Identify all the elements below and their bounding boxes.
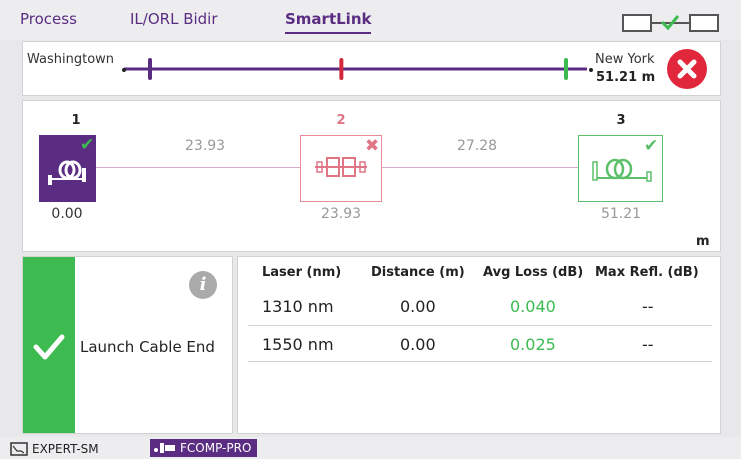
- event-status-label: Launch Cable End: [80, 338, 215, 356]
- row-divider: [248, 361, 712, 362]
- route-event-marker[interactable]: [148, 58, 152, 80]
- pass-check-icon: ✔: [644, 136, 659, 156]
- route-summary-bar: Washingtown New York 51.21 m: [22, 41, 721, 96]
- segment-line: [382, 167, 578, 168]
- pass-check-icon: [33, 334, 65, 360]
- table-cell-max-refl: --: [642, 335, 654, 354]
- event-3-fiber-end[interactable]: ✔: [578, 135, 663, 202]
- row-divider: [248, 325, 712, 326]
- route-line: [122, 58, 593, 80]
- event-position: 0.00: [51, 206, 83, 222]
- distance-unit-label: m: [696, 234, 710, 249]
- event-1-launch-cable[interactable]: ✔: [39, 135, 96, 202]
- module-footer: EXPERT-SM FCOMP-PRO: [0, 437, 741, 459]
- otdr-module-icon: [10, 442, 28, 456]
- event-position: 23.93: [320, 206, 362, 222]
- tab-process[interactable]: Process: [20, 8, 77, 34]
- module-expert-sm-label: EXPERT-SM: [32, 442, 99, 456]
- column-header-distance: Distance (m): [371, 265, 465, 280]
- link-status-icon: [622, 14, 719, 32]
- pass-status-bar: [23, 257, 75, 433]
- column-header-laser: Laser (nm): [262, 265, 342, 280]
- table-cell-laser: 1550 nm: [262, 335, 334, 354]
- top-tab-bar: Process IL/ORL Bidir SmartLink: [0, 0, 741, 40]
- column-header-avg-loss: Avg Loss (dB): [483, 265, 584, 280]
- table-cell-max-refl: --: [642, 297, 654, 316]
- segment-length: 27.28: [457, 138, 498, 154]
- route-event-marker[interactable]: [339, 58, 344, 80]
- event-number: 2: [336, 113, 346, 128]
- pass-check-icon: ✔: [80, 135, 95, 155]
- route-destination-label: New York: [595, 52, 655, 67]
- route-total-distance: 51.21 m: [596, 70, 656, 85]
- results-table: Laser (nm) Distance (m) Avg Loss (dB) Ma…: [237, 256, 721, 434]
- fail-x-badge-icon: ✖: [365, 136, 380, 156]
- column-header-max-refl: Max Refl. (dB): [595, 265, 699, 280]
- table-cell-distance: 0.00: [400, 335, 436, 354]
- segment-length: 23.93: [185, 138, 226, 154]
- route-end-dot: [589, 68, 593, 72]
- event-position: 51.21: [600, 206, 642, 222]
- event-map-panel: 1 ✔ 0.00 23.93 2 ✖ 23.93 27.28 3 ✔ 51.21…: [22, 100, 721, 252]
- fail-x-icon[interactable]: [667, 49, 707, 89]
- segment-line: [96, 167, 300, 168]
- table-cell-avg-loss: 0.040: [510, 297, 556, 316]
- fcomp-module-icon: [154, 443, 175, 453]
- info-icon[interactable]: i: [189, 271, 217, 299]
- route-start-dot: [122, 68, 126, 72]
- route-event-marker[interactable]: [564, 58, 568, 80]
- table-cell-distance: 0.00: [400, 297, 436, 316]
- event-2-connector[interactable]: ✖: [300, 135, 382, 202]
- event-status-card[interactable]: i Launch Cable End: [22, 256, 233, 434]
- event-number: 1: [71, 113, 81, 128]
- module-expert-sm[interactable]: EXPERT-SM: [10, 440, 99, 458]
- module-fcomp-pro-label: FCOMP-PRO: [180, 441, 252, 455]
- event-number: 3: [616, 113, 626, 128]
- tab-il-orl-bidir[interactable]: IL/ORL Bidir: [130, 8, 218, 34]
- module-fcomp-pro[interactable]: FCOMP-PRO: [150, 439, 258, 457]
- table-cell-avg-loss: 0.025: [510, 335, 556, 354]
- tab-smartlink[interactable]: SmartLink: [285, 8, 372, 34]
- table-cell-laser: 1310 nm: [262, 297, 334, 316]
